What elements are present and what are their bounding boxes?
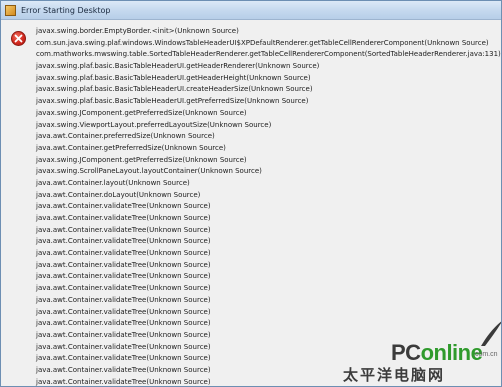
stack-trace-line: java.awt.Container.validateTree(Unknown … <box>36 307 211 316</box>
stack-trace-line: java.awt.Container.validateTree(Unknown … <box>36 214 211 222</box>
stack-trace-line: java.awt.Container.validateTree(Unknown … <box>36 284 211 293</box>
stack-trace-line: com.sun.java.swing.plaf.windows.WindowsT… <box>36 38 489 47</box>
stack-trace-line: javax.swing.plaf.basic.BasicTableHeaderU… <box>36 97 309 106</box>
stack-trace-line: com.mathworks.mwswing.table.SortedTableH… <box>36 50 501 59</box>
error-dialog: Error Starting Desktop javax.swing.borde… <box>0 0 502 387</box>
stack-trace-line: java.awt.Container.validateTree(Unknown … <box>36 260 211 269</box>
stack-trace-line: javax.swing.plaf.basic.BasicTableHeaderU… <box>36 73 311 82</box>
watermark-brand: PConline <box>391 340 483 365</box>
stack-trace-line: java.awt.Container.validateTree(Unknown … <box>36 319 211 328</box>
window-title: Error Starting Desktop <box>21 5 111 15</box>
stack-trace-line: java.awt.Container.getPreferredSize(Unkn… <box>36 143 226 152</box>
stack-trace-line: java.awt.Container.validateTree(Unknown … <box>36 272 211 281</box>
stack-trace-line: java.awt.Container.validateTree(Unknown … <box>36 237 211 246</box>
stack-trace-line: java.awt.Container.layout(Unknown Source… <box>36 178 190 187</box>
stack-trace-line: java.awt.Container.validateTree(Unknown … <box>36 202 211 211</box>
dialog-content: javax.swing.border.EmptyBorder.<init>(Un… <box>1 20 501 386</box>
app-icon <box>5 4 16 16</box>
stack-trace-list: javax.swing.border.EmptyBorder.<init>(Un… <box>36 26 501 386</box>
stack-trace-line: javax.swing.plaf.basic.BasicTableHeaderU… <box>36 62 320 71</box>
stack-trace-line: javax.swing.ViewportLayout.preferredLayo… <box>36 120 272 129</box>
title-bar[interactable]: Error Starting Desktop <box>1 1 501 20</box>
stack-trace-line: javax.swing.border.EmptyBorder.<init>(Un… <box>36 27 239 35</box>
pconline-watermark: PConline .com.cn 太平洋电脑网 <box>343 321 501 386</box>
watermark-domain: .com.cn <box>473 351 498 358</box>
stack-trace-line: java.awt.Container.preferredSize(Unknown… <box>36 132 215 141</box>
stack-trace-line: javax.swing.ScrollPaneLayout.layoutConta… <box>36 167 262 176</box>
stack-trace-line: javax.swing.JComponent.getPreferredSize(… <box>36 155 247 164</box>
watermark-chinese: 太平洋电脑网 <box>343 366 446 384</box>
stack-trace-line: java.awt.Container.doLayout(Unknown Sour… <box>36 190 201 199</box>
stack-trace-line: java.awt.Container.validateTree(Unknown … <box>36 249 211 258</box>
stack-trace-line: java.awt.Container.validateTree(Unknown … <box>36 225 211 234</box>
stack-trace-line: java.awt.Container.validateTree(Unknown … <box>36 295 211 304</box>
error-x-icon <box>11 31 26 46</box>
stack-trace-line: javax.swing.JComponent.getPreferredSize(… <box>36 108 247 117</box>
stack-trace-line: javax.swing.plaf.basic.BasicTableHeaderU… <box>36 85 313 94</box>
